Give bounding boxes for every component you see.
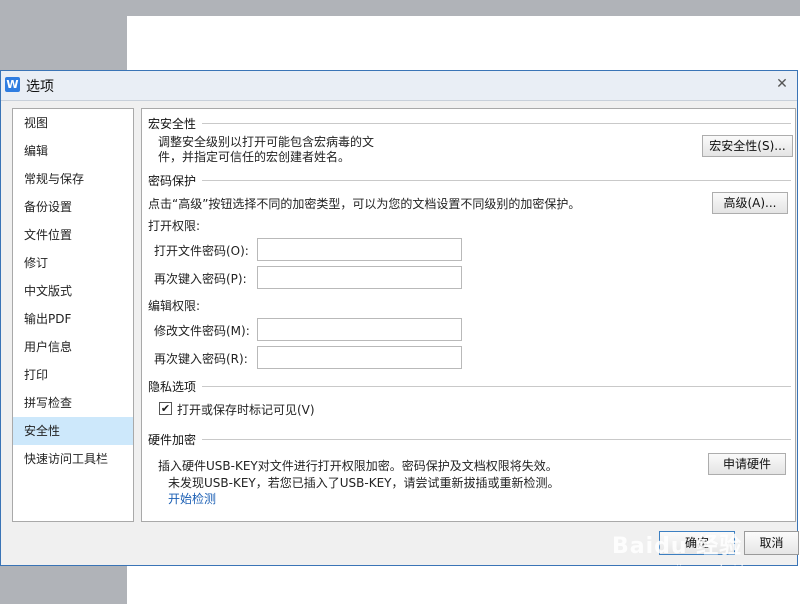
macro-security-button[interactable]: 宏安全性(S)... xyxy=(702,135,793,157)
sidebar-item-export-pdf[interactable]: 输出PDF xyxy=(13,305,133,333)
cancel-button[interactable]: 取消 xyxy=(744,531,799,555)
modify-password-confirm-field[interactable] xyxy=(257,346,462,369)
modify-password-confirm-label: 再次键入密码(R): xyxy=(154,352,248,366)
open-password-label: 打开文件密码(O): xyxy=(154,244,249,258)
options-dialog: W 选项 ✕ 视图 编辑 常规与保存 备份设置 文件位置 修订 中文版式 输出P… xyxy=(0,70,799,566)
macro-security-section-title: 宏安全性 xyxy=(148,117,197,131)
dialog-title: 选项 xyxy=(26,79,54,95)
security-panel: 宏安全性 调整安全级别以打开可能包含宏病毒的文 件，并指定可信任的宏创建者姓名。… xyxy=(141,108,796,522)
sidebar-item-view[interactable]: 视图 xyxy=(13,109,133,137)
edit-permission-label: 编辑权限: xyxy=(148,299,201,313)
privacy-section-title: 隐私选项 xyxy=(148,380,197,394)
open-password-confirm-field[interactable] xyxy=(257,266,462,289)
options-sidebar: 视图 编辑 常规与保存 备份设置 文件位置 修订 中文版式 输出PDF 用户信息… xyxy=(12,108,134,522)
sidebar-item-general-save[interactable]: 常规与保存 xyxy=(13,165,133,193)
sidebar-item-user-info[interactable]: 用户信息 xyxy=(13,333,133,361)
modify-password-field[interactable] xyxy=(257,318,462,341)
sidebar-item-backup[interactable]: 备份设置 xyxy=(13,193,133,221)
hardware-encryption-section-title: 硬件加密 xyxy=(148,433,197,447)
section-divider xyxy=(202,439,791,440)
sidebar-item-security[interactable]: 安全性 xyxy=(13,417,133,445)
sidebar-item-edit[interactable]: 编辑 xyxy=(13,137,133,165)
ok-button[interactable]: 确定 xyxy=(659,531,735,555)
password-protection-section-title: 密码保护 xyxy=(148,174,197,188)
apply-hardware-button[interactable]: 申请硬件 xyxy=(708,453,786,475)
start-detection-link[interactable]: 开始检测 xyxy=(168,490,216,507)
open-permission-label: 打开权限: xyxy=(148,219,201,233)
dialog-titlebar[interactable]: W 选项 ✕ xyxy=(1,71,797,101)
usb-key-not-found-message: 未发现USB-KEY，若您已插入了USB-KEY，请尝试重新拔插或重新检测。 xyxy=(168,476,560,490)
mark-visible-label[interactable]: 打开或保存时标记可见(V) xyxy=(177,401,315,418)
advanced-button[interactable]: 高级(A)... xyxy=(712,192,788,214)
sidebar-item-revision[interactable]: 修订 xyxy=(13,249,133,277)
modify-password-label: 修改文件密码(M): xyxy=(154,324,250,338)
section-divider xyxy=(202,386,791,387)
sidebar-item-print[interactable]: 打印 xyxy=(13,361,133,389)
close-icon[interactable]: ✕ xyxy=(773,75,791,93)
sidebar-item-file-location[interactable]: 文件位置 xyxy=(13,221,133,249)
sidebar-item-chinese-layout[interactable]: 中文版式 xyxy=(13,277,133,305)
mark-visible-checkbox[interactable]: ✔ xyxy=(159,402,172,415)
open-password-field[interactable] xyxy=(257,238,462,261)
wps-writer-icon: W xyxy=(5,77,20,92)
open-password-confirm-label: 再次键入密码(P): xyxy=(154,272,247,286)
section-divider xyxy=(202,180,791,181)
sidebar-item-spell-check[interactable]: 拼写检查 xyxy=(13,389,133,417)
hardware-encryption-description: 插入硬件USB-KEY对文件进行打开权限加密。密码保护及文档权限将失效。 xyxy=(158,459,558,473)
password-protection-description: 点击“高级”按钮选择不同的加密类型，可以为您的文档设置不同级别的加密保护。 xyxy=(148,197,581,211)
sidebar-item-quick-access-toolbar[interactable]: 快速访问工具栏 xyxy=(13,445,133,473)
macro-security-description-line2: 件，并指定可信任的宏创建者姓名。 xyxy=(158,150,351,164)
section-divider xyxy=(202,123,791,124)
